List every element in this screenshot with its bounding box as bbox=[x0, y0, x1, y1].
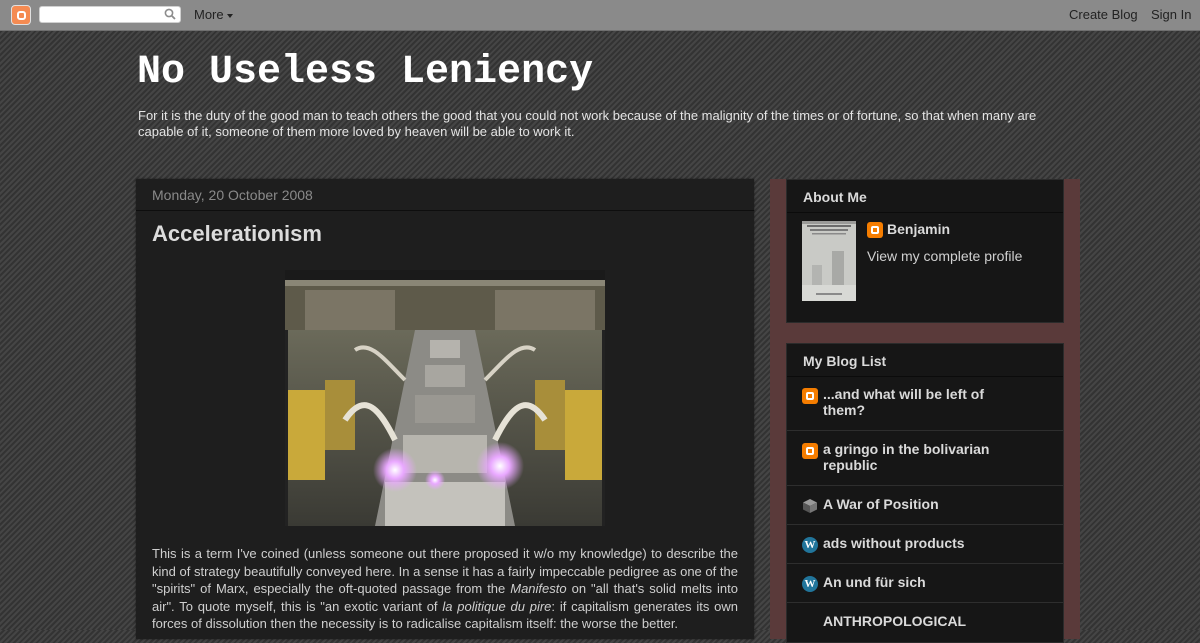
blog-list-item[interactable]: W ads without products bbox=[787, 527, 1063, 564]
more-menu-button[interactable]: More bbox=[194, 7, 233, 22]
post-body-italic-politique: la politique du pire bbox=[442, 598, 552, 614]
blog-title[interactable]: No Useless Leniency bbox=[137, 50, 593, 95]
sign-in-link[interactable]: Sign In bbox=[1151, 7, 1191, 22]
more-menu-label: More bbox=[194, 7, 224, 22]
post-date: Monday, 20 October 2008 bbox=[152, 187, 313, 203]
create-blog-link[interactable]: Create Blog bbox=[1069, 7, 1138, 22]
wordpress-icon: W bbox=[802, 576, 818, 592]
blog-list-item-label[interactable]: ads without products bbox=[823, 535, 1023, 551]
blog-list-item[interactable]: ANTHROPOLOGICAL bbox=[787, 605, 1063, 641]
blog-list-widget: My Blog List ...and what will be left of… bbox=[786, 343, 1064, 643]
blog-list-item[interactable]: A War of Position bbox=[787, 488, 1063, 525]
blog-list-title: My Blog List bbox=[803, 353, 887, 369]
blogger-logo-icon[interactable] bbox=[11, 5, 31, 25]
post-image-factory-assembly-line[interactable] bbox=[285, 270, 605, 526]
post-body: This is a term I've coined (unless someo… bbox=[152, 545, 738, 633]
profile-name-link[interactable]: Benjamin bbox=[887, 221, 950, 237]
wordpress-icon: W bbox=[802, 537, 818, 553]
blogger-icon bbox=[802, 443, 818, 459]
blog-list-item-label[interactable]: An und für sich bbox=[823, 574, 1023, 590]
blog-description: For it is the duty of the good man to te… bbox=[138, 108, 1037, 139]
chevron-down-icon bbox=[226, 13, 233, 18]
blog-list-item-label[interactable]: a gringo in the bolivarian republic bbox=[823, 441, 1023, 473]
main-post-column: Monday, 20 October 2008 Accelerationism bbox=[136, 179, 754, 639]
blog-list-item-label[interactable]: A War of Position bbox=[823, 496, 1023, 512]
search-icon[interactable] bbox=[164, 8, 176, 20]
about-me-title: About Me bbox=[803, 189, 867, 205]
widget-divider bbox=[787, 376, 1063, 377]
factory-image-graphic bbox=[285, 270, 605, 526]
blog-list-item[interactable]: W An und für sich bbox=[787, 566, 1063, 603]
view-profile-link[interactable]: View my complete profile bbox=[867, 248, 1022, 264]
blogger-icon bbox=[867, 222, 883, 238]
about-me-widget: About Me Benjamin View my complete profi… bbox=[786, 179, 1064, 323]
blogger-icon bbox=[802, 388, 818, 404]
profile-photo[interactable] bbox=[802, 221, 856, 301]
post-body-italic-manifesto: Manifesto bbox=[510, 581, 567, 596]
date-divider bbox=[136, 210, 754, 211]
blog-list-item-label[interactable]: ...and what will be left of them? bbox=[823, 386, 1023, 418]
blog-list-item[interactable]: ...and what will be left of them? bbox=[787, 378, 1063, 431]
post-title[interactable]: Accelerationism bbox=[152, 221, 322, 247]
cube-icon bbox=[803, 499, 817, 513]
search-input[interactable] bbox=[39, 6, 181, 23]
blog-list-item-label[interactable]: ANTHROPOLOGICAL bbox=[823, 613, 1023, 629]
top-navbar: More Create Blog Sign In bbox=[0, 0, 1200, 31]
widget-divider bbox=[787, 212, 1063, 213]
blog-list-item[interactable]: a gringo in the bolivarian republic bbox=[787, 433, 1063, 486]
